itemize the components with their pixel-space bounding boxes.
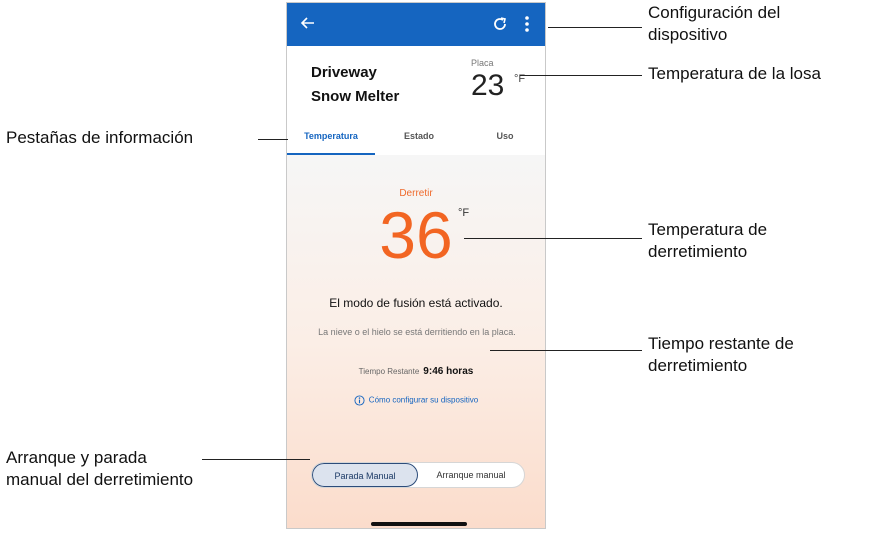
callout-line-config (548, 27, 642, 28)
remaining-time: Tiempo Restante 9:46 horas (287, 366, 545, 377)
tab-temperatura[interactable]: Temperatura (287, 119, 375, 155)
howto-link-label: Cómo configurar su dispositivo (368, 395, 479, 405)
callout-remaining-line1: Tiempo restante de (648, 334, 794, 353)
mode-status-title: El modo de fusión está activado. (329, 296, 503, 310)
slab-label: Placa (471, 58, 494, 68)
manual-stop-button[interactable]: Parada Manual (312, 463, 418, 487)
callout-remaining-line2: derretimiento (648, 356, 748, 375)
howto-link[interactable]: Cómo configurar su dispositivo (287, 395, 545, 406)
slab-temperature: 23 (471, 69, 505, 102)
device-name-line1: Driveway (311, 64, 377, 81)
callout-line-tabs (258, 139, 288, 140)
callout-line-manual (202, 459, 310, 460)
callout-melt-temp-line2: derretimiento (648, 242, 748, 261)
manual-start-button[interactable]: Arranque manual (418, 463, 524, 487)
callout-info-tabs: Pestañas de información (6, 128, 194, 147)
arrow-left-icon[interactable] (299, 14, 317, 32)
callout-melt-temp: Temperatura de derretimiento (648, 219, 767, 263)
temperature-panel: Derretir 36 °F El modo de fusión está ac… (287, 155, 545, 528)
callout-line-slab (520, 75, 642, 76)
app-bar (287, 3, 545, 46)
remaining-time-value: 9:46 horas (423, 366, 474, 377)
phone-screen: Driveway Snow Melter Placa 23 °F Tempera… (286, 2, 546, 529)
callout-slab-temp: Temperatura de la losa (648, 64, 821, 83)
melt-temperature: 36 (379, 198, 453, 272)
tab-uso[interactable]: Uso (463, 119, 545, 155)
device-name: Driveway Snow Melter (311, 61, 441, 109)
callout-device-config: Configuración del dispositivo (648, 2, 780, 46)
callout-device-config-line2: dispositivo (648, 25, 728, 44)
tab-estado[interactable]: Estado (375, 119, 463, 155)
callout-manual-line2: manual del derretimiento (6, 470, 194, 489)
info-icon (354, 395, 365, 406)
manual-control-toggle: Parada Manual Arranque manual (311, 462, 525, 488)
callout-remaining-time: Tiempo restante de derretimiento (648, 333, 794, 377)
home-indicator (371, 522, 467, 526)
callout-manual-line1: Arranque y parada (6, 448, 147, 467)
remaining-time-label: Tiempo Restante (358, 367, 420, 376)
callout-line-melt (464, 238, 642, 239)
callout-device-config-line1: Configuración del (648, 3, 781, 22)
device-name-line2: Snow Melter (311, 88, 400, 105)
callout-manual-control: Arranque y parada manual del derretimien… (6, 447, 193, 491)
info-tabs: Temperatura Estado Uso (287, 119, 545, 156)
more-vertical-icon[interactable] (523, 14, 531, 34)
refresh-icon[interactable] (491, 15, 509, 33)
callout-melt-temp-line1: Temperatura de (648, 220, 768, 239)
callout-line-remaining (490, 350, 642, 351)
mode-status-description: La nieve o el hielo se está derritiendo … (318, 327, 516, 337)
melt-temperature-unit: °F (458, 207, 470, 219)
